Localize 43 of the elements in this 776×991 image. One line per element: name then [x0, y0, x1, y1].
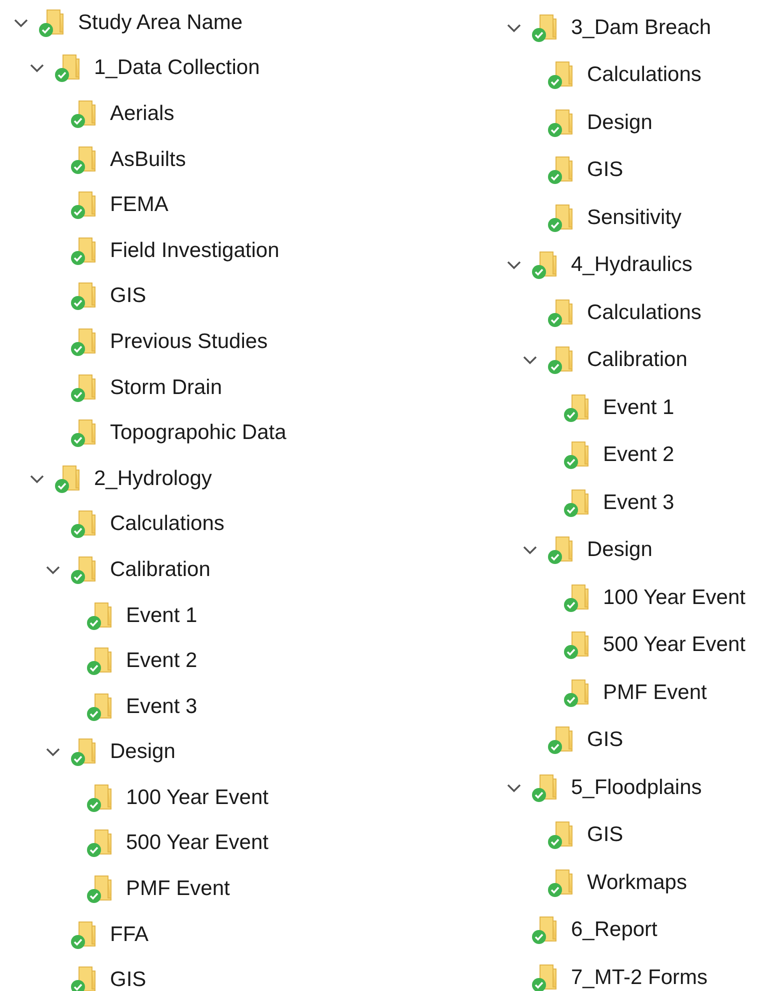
- folder-name[interactable]: Event 2: [603, 443, 674, 468]
- folder-name[interactable]: Calculations: [110, 512, 224, 536]
- folder-name[interactable]: 100 Year Event: [603, 586, 746, 610]
- folder-name[interactable]: AsBuilts: [110, 148, 186, 172]
- folder-name[interactable]: Calculations: [587, 300, 702, 325]
- folder-name[interactable]: Calibration: [110, 558, 210, 582]
- folder-name[interactable]: Event 3: [126, 694, 198, 719]
- folder-name[interactable]: Storm Drain: [110, 376, 222, 400]
- folder-name[interactable]: Field Investigation: [110, 238, 280, 263]
- folder-name[interactable]: 4_Hydraulics: [571, 253, 692, 278]
- folder-name[interactable]: GIS: [110, 284, 146, 308]
- folder-name[interactable]: Previous Studies: [110, 330, 268, 354]
- folder-name[interactable]: Event 2: [126, 649, 198, 674]
- folder-name[interactable]: Design: [587, 538, 652, 562]
- folder-name[interactable]: Event 1: [603, 396, 674, 420]
- folder-name[interactable]: Design: [587, 110, 652, 135]
- folder-name[interactable]: 500 Year Event: [603, 633, 746, 658]
- folder-name[interactable]: PMF Event: [603, 680, 707, 705]
- folder-name[interactable]: 3_Dam Breach: [571, 16, 712, 40]
- folder-name[interactable]: Topograpohic Data: [110, 421, 286, 446]
- folder-name[interactable]: Calibration: [587, 348, 688, 372]
- folder-name[interactable]: Design: [110, 740, 176, 764]
- folder-name[interactable]: FEMA: [110, 193, 168, 218]
- folder-name[interactable]: Event 3: [603, 490, 674, 515]
- folder-name[interactable]: Calculations: [587, 63, 702, 88]
- folder-name[interactable]: 7_MT-2 Forms: [571, 966, 708, 990]
- folder-name[interactable]: Sensitivity: [587, 206, 682, 230]
- folder-name[interactable]: 1_Data Collection: [94, 56, 260, 80]
- folder-name[interactable]: 6_Report: [571, 918, 658, 942]
- folder-name[interactable]: GIS: [587, 728, 624, 752]
- folder-name[interactable]: Event 1: [126, 604, 198, 628]
- folder-name[interactable]: Workmaps: [587, 870, 687, 895]
- folder-name[interactable]: Aerials: [110, 102, 174, 126]
- folder-name[interactable]: FFA: [110, 922, 149, 947]
- folder-name[interactable]: 5_Floodplains: [571, 776, 702, 800]
- folder-name[interactable]: Study Area Name: [78, 10, 243, 35]
- folder-name[interactable]: 2_Hydrology: [94, 466, 212, 491]
- folder-name[interactable]: PMF Event: [126, 877, 230, 902]
- folder-name[interactable]: 100 Year Event: [126, 786, 268, 810]
- folder-name[interactable]: GIS: [587, 823, 624, 848]
- folder-name[interactable]: GIS: [587, 158, 624, 182]
- folder-name[interactable]: GIS: [110, 968, 146, 991]
- folder-name[interactable]: 500 Year Event: [126, 831, 268, 856]
